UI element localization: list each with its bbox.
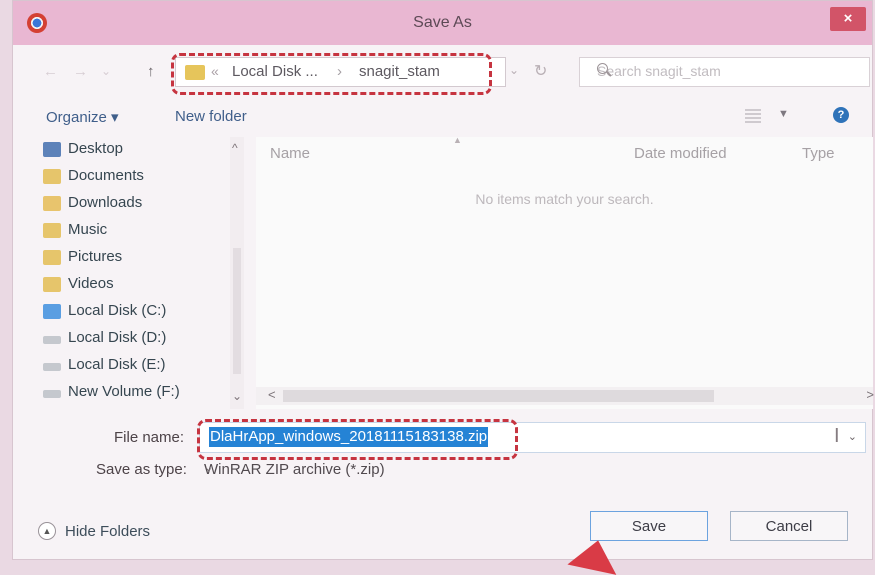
save-as-type-label: Save as type: [96,461,187,478]
selected-file-name: DlaHrApp_windows_20181115183138.zip [209,427,489,447]
sidebar-item-documents[interactable]: Documents [43,164,223,189]
forward-arrow-icon[interactable]: → [73,63,88,80]
breadcrumb-separator-icon: › [337,63,342,80]
sidebar-item-new-volume-f[interactable]: New Volume (F:) [43,380,223,405]
refresh-icon[interactable]: ↻ [534,61,547,81]
sidebar-item-label: Local Disk (D:) [68,329,167,346]
desktop-icon [43,142,61,157]
address-bar[interactable]: « Local Disk ... › snagit_stam [175,57,506,87]
drive-icon [43,363,61,371]
chevron-up-icon: ▲ [38,522,56,540]
sidebar-item-local-disk-d[interactable]: Local Disk (D:) [43,326,223,351]
address-toolbar: ← → ⌄ ↑ « Local Disk ... › snagit_stam ⌄… [13,52,872,88]
scroll-down-icon[interactable]: ⌄ [232,389,242,403]
type-column-header[interactable]: Type [802,145,835,162]
cancel-button[interactable]: Cancel [730,511,848,541]
search-input[interactable]: Search snagit_stam [579,57,870,87]
file-name-dropdown-icon[interactable]: ⌄ [848,430,857,443]
name-column-header[interactable]: Name [270,145,310,162]
save-as-dialog: Save As × ← → ⌄ ↑ « Local Disk ... › sna… [12,0,874,560]
back-arrow-icon[interactable]: ← [43,63,58,80]
new-folder-button[interactable]: New folder [175,108,247,125]
close-button[interactable]: × [830,7,866,31]
music-icon [43,223,61,238]
scroll-right-icon[interactable]: > [866,387,874,402]
help-icon[interactable]: ? [833,107,849,123]
videos-icon [43,277,61,292]
recent-locations-icon[interactable]: ⌄ [101,64,111,78]
breadcrumb-local-disk[interactable]: Local Disk ... [232,63,318,80]
documents-icon [43,169,61,184]
sidebar-item-label: New Volume (F:) [68,383,180,400]
navigation-pane: Desktop Documents Downloads Music Pictur… [43,137,244,409]
sidebar-item-label: Music [68,221,108,238]
search-placeholder: Search snagit_stam [597,63,721,79]
sidebar-item-desktop[interactable]: Desktop [43,137,223,162]
drive-icon [43,336,61,344]
folder-icon [185,65,205,80]
sidebar-item-label: Local Disk (C:) [68,302,167,319]
file-list: Name ▲ Date modified Type No items match… [256,135,874,409]
sidebar-item-label: Pictures [68,248,123,265]
sidebar-item-music[interactable]: Music [43,218,223,243]
path-overflow-icon[interactable]: « [211,63,219,79]
title-bar: Save As × [13,1,872,45]
sidebar-item-label: Videos [68,275,114,292]
sidebar-item-label: Documents [68,167,144,184]
empty-state-message: No items match your search. [475,191,654,207]
sort-ascending-icon: ▲ [453,135,462,145]
scroll-left-icon[interactable]: < [268,387,276,402]
date-modified-column-header[interactable]: Date modified [634,145,727,162]
sidebar-item-videos[interactable]: Videos [43,272,223,297]
sidebar-item-downloads[interactable]: Downloads [43,191,223,216]
save-button[interactable]: Save [590,511,708,541]
windows-drive-icon [43,304,61,319]
sidebar-item-label: Local Disk (E:) [68,356,166,373]
text-cursor-icon: I [834,425,840,447]
pictures-icon [43,250,61,265]
file-name-label: File name: [114,429,185,446]
dialog-title: Save As [413,14,472,31]
breadcrumb-snagit-stam[interactable]: snagit_stam [359,63,440,80]
file-name-field[interactable]: DlaHrApp_windows_20181115183138.zip ⌄ [199,422,866,453]
horizontal-scrollbar[interactable]: < > [256,387,874,405]
file-type-dropdown-icon[interactable]: ⌄ [204,461,857,474]
address-dropdown-icon[interactable]: ⌄ [509,63,519,77]
sidebar-item-local-disk-c[interactable]: Local Disk (C:) [43,299,223,324]
hide-folders-label: Hide Folders [65,523,151,540]
view-options-icon[interactable] [745,109,761,123]
drive-icon [43,390,61,398]
command-bar: Organize ▾ New folder ▼ ? [13,97,872,135]
horizontal-scroll-thumb[interactable] [283,390,714,402]
up-arrow-icon[interactable]: ↑ [147,63,155,80]
sidebar-item-pictures[interactable]: Pictures [43,245,223,270]
sidebar-item-label: Desktop [68,140,124,157]
save-as-type-select[interactable]: WinRAR ZIP archive (*.zip) ⌄ [199,457,866,485]
organize-button[interactable]: Organize ▾ [46,108,119,126]
downloads-icon [43,196,61,211]
view-dropdown-icon[interactable]: ▼ [778,108,789,120]
sidebar-item-local-disk-e[interactable]: Local Disk (E:) [43,353,223,378]
search-icon[interactable] [597,63,608,74]
sidebar-item-label: Downloads [68,194,143,211]
scroll-up-icon[interactable]: ^ [232,141,238,155]
sidebar-scroll-thumb[interactable] [233,248,241,374]
